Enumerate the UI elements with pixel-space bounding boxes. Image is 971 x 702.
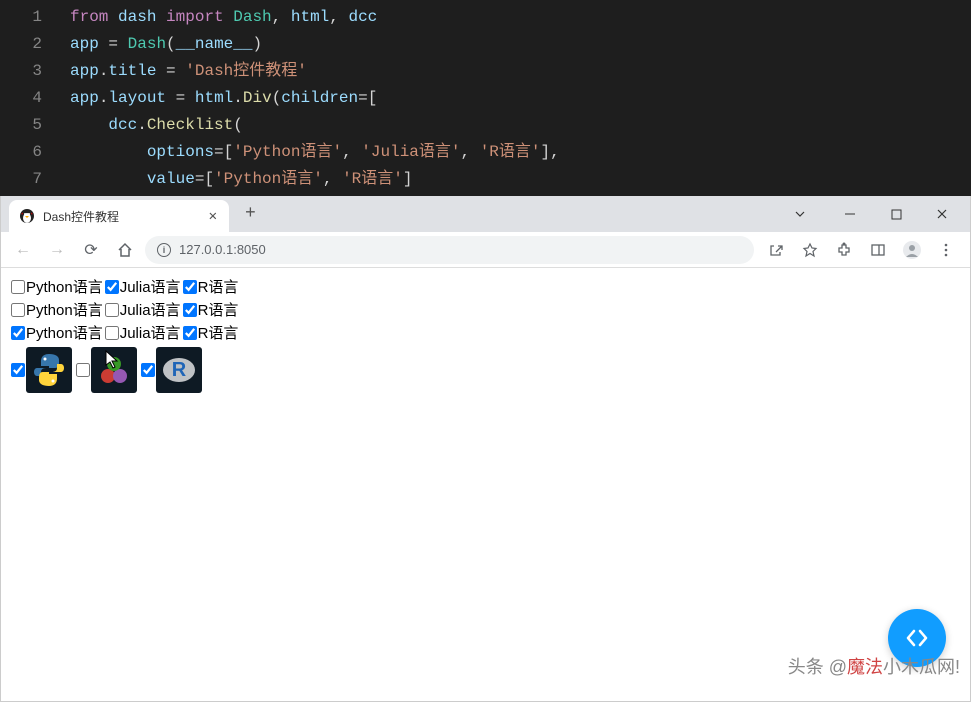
checklist-row: Python语言 Julia语言 R语言 [11,276,960,297]
browser-tab[interactable]: Dash控件教程 ✕ [9,200,229,232]
home-button[interactable] [111,236,139,264]
code-line: 7 value=['Python语言', 'R语言'] [0,166,971,193]
code-line: 1from dash import Dash, html, dcc [0,4,971,31]
checklist-item[interactable]: Julia语言 [105,299,181,320]
r-icon: R [156,347,202,393]
checkbox[interactable] [105,326,119,340]
chevron-down-icon[interactable] [786,205,814,223]
dash-devtools-button[interactable] [888,609,946,667]
url-text: 127.0.0.1:8050 [179,242,266,257]
checklist-row: Python语言 Julia语言 R语言 [11,299,960,320]
back-button[interactable]: ← [9,236,37,264]
checklist-row: Python语言 Julia语言 R语言 [11,322,960,343]
code-editor: 1from dash import Dash, html, dcc2app = … [0,0,971,196]
checklist-item[interactable]: Python语言 [11,276,103,297]
code-content[interactable]: dcc.Checklist( [70,112,971,139]
checklist-item[interactable]: Python语言 [11,299,103,320]
reload-button[interactable]: ⟳ [77,236,105,264]
code-line: 6 options=['Python语言', 'Julia语言', 'R语言']… [0,139,971,166]
icon-checklist-row: R [11,347,960,393]
code-content[interactable]: from dash import Dash, html, dcc [70,4,971,31]
code-line: 3app.title = 'Dash控件教程' [0,58,971,85]
checkbox-label: Julia语言 [120,322,181,343]
code-content[interactable]: value=['Python语言', 'R语言'] [70,166,971,193]
forward-button[interactable]: → [43,236,71,264]
extensions-icon[interactable] [832,238,856,262]
line-number: 6 [0,139,70,166]
line-number: 4 [0,85,70,112]
python-icon [26,347,72,393]
icon-checklist-item[interactable] [76,347,137,393]
menu-icon[interactable] [934,238,958,262]
checklist-item[interactable]: R语言 [183,322,239,343]
checklist-item[interactable]: R语言 [183,276,239,297]
address-bar[interactable]: i 127.0.0.1:8050 [145,236,754,264]
newtab-button[interactable]: + [237,200,264,228]
close-button[interactable] [928,205,956,223]
checkbox[interactable] [183,303,197,317]
svg-text:R: R [172,359,187,381]
star-icon[interactable] [798,238,822,262]
julia-icon [91,347,137,393]
line-number: 3 [0,58,70,85]
profile-icon[interactable] [900,238,924,262]
minimize-button[interactable] [836,205,864,223]
browser-window: Dash控件教程 ✕ + ← → ⟳ i 127.0.0.1:8050 Py [0,196,971,702]
checklist-item[interactable]: Julia语言 [105,322,181,343]
code-line: 4app.layout = html.Div(children=[ [0,85,971,112]
checkbox[interactable] [183,280,197,294]
browser-toolbar: ← → ⟳ i 127.0.0.1:8050 [1,232,970,268]
line-number: 1 [0,4,70,31]
close-icon[interactable]: ✕ [209,208,217,225]
checkbox[interactable] [141,363,155,377]
checkbox-label: R语言 [198,322,239,343]
share-icon[interactable] [764,238,788,262]
checkbox[interactable] [11,303,25,317]
browser-tabbar: Dash控件教程 ✕ + [1,196,970,232]
code-content[interactable]: app.title = 'Dash控件教程' [70,58,971,85]
line-number: 7 [0,166,70,193]
penguin-icon [19,208,35,224]
page-content: Python语言Julia语言R语言Python语言Julia语言R语言Pyth… [1,268,970,701]
checklist-item[interactable]: Julia语言 [105,276,181,297]
sidepanel-icon[interactable] [866,238,890,262]
toolbar-right [760,238,962,262]
window-buttons [786,205,970,223]
checkbox[interactable] [105,280,119,294]
checkbox-label: R语言 [198,299,239,320]
info-icon[interactable]: i [157,243,171,257]
maximize-button[interactable] [882,205,910,223]
code-line: 5 dcc.Checklist( [0,112,971,139]
code-content[interactable]: options=['Python语言', 'Julia语言', 'R语言'], [70,139,971,166]
code-content[interactable]: app = Dash(__name__) [70,31,971,58]
checkbox-label: Python语言 [26,299,103,320]
icon-checklist-item[interactable]: R [141,347,202,393]
checkbox-label: Julia语言 [120,276,181,297]
icon-checklist-item[interactable] [11,347,72,393]
checkbox-label: Python语言 [26,276,103,297]
checkbox[interactable] [76,363,90,377]
checkbox[interactable] [11,326,25,340]
line-number: 5 [0,112,70,139]
checkbox-label: Julia语言 [120,299,181,320]
checkbox[interactable] [105,303,119,317]
code-line: 2app = Dash(__name__) [0,31,971,58]
tab-title: Dash控件教程 [43,208,201,225]
checkbox-label: R语言 [198,276,239,297]
checklist-item[interactable]: R语言 [183,299,239,320]
checkbox-label: Python语言 [26,322,103,343]
line-number: 2 [0,31,70,58]
checkbox[interactable] [183,326,197,340]
checkbox[interactable] [11,363,25,377]
checkbox[interactable] [11,280,25,294]
checklist-item[interactable]: Python语言 [11,322,103,343]
code-content[interactable]: app.layout = html.Div(children=[ [70,85,971,112]
